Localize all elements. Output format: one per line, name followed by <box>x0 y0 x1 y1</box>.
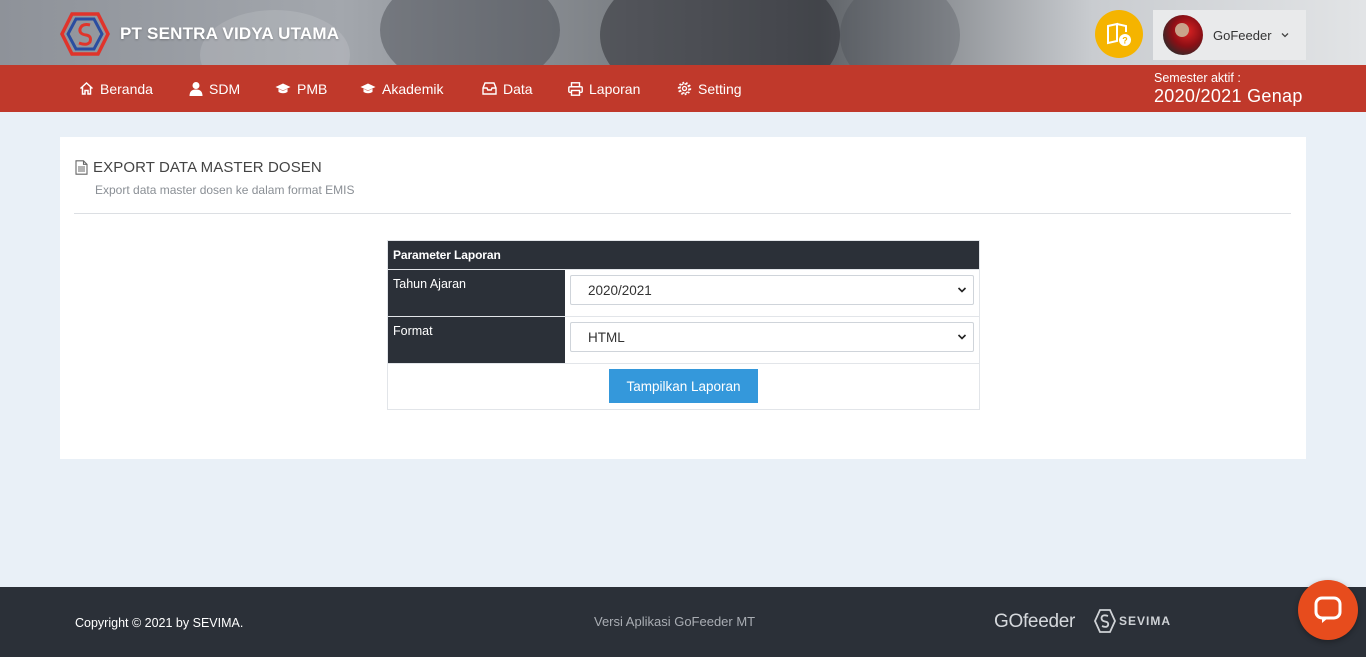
show-report-button[interactable]: Tampilkan Laporan <box>609 369 758 403</box>
chevron-down-icon <box>957 287 967 293</box>
select-value: 2020/2021 <box>588 282 652 298</box>
nav-item-laporan[interactable]: Laporan <box>568 65 640 112</box>
sevima-logo: SEVIMA <box>1094 609 1171 633</box>
semester-value: 2020/2021 Genap <box>1154 86 1303 106</box>
form-actions: Tampilkan Laporan <box>388 363 979 409</box>
nav-item-label: Beranda <box>100 80 153 97</box>
top-banner: PT SENTRA VIDYA UTAMA ? GoFeeder <box>0 0 1366 65</box>
svg-text:?: ? <box>1122 36 1128 46</box>
semester-label: Semester aktif : <box>1154 71 1241 85</box>
company-logo-icon[interactable] <box>60 12 110 56</box>
form-row-format: Format HTML <box>388 316 979 363</box>
form-header: Parameter Laporan <box>388 241 979 269</box>
nav-item-label: Akademik <box>382 80 444 97</box>
footer: Copyright © 2021 by SEVIMA. Versi Aplika… <box>0 587 1366 657</box>
nav-item-sdm[interactable]: SDM <box>189 65 240 112</box>
nav-item-akademik[interactable]: Akademik <box>360 65 443 112</box>
printer-icon <box>568 81 583 96</box>
graduation-cap-icon <box>275 83 291 94</box>
banner-background-shape <box>600 0 840 65</box>
gofeeder-logo: GOfeeder <box>994 611 1076 632</box>
nav-item-label: Data <box>503 80 533 97</box>
home-icon <box>79 81 94 95</box>
graduation-cap-icon <box>360 83 376 94</box>
inbox-icon <box>482 82 497 95</box>
page-title: EXPORT DATA MASTER DOSEN <box>75 159 322 176</box>
nav-item-pmb[interactable]: PMB <box>275 65 327 112</box>
book-help-icon: ? <box>1107 22 1131 46</box>
form-row-tahun-ajaran: Tahun Ajaran 2020/2021 <box>388 269 979 316</box>
select-value: HTML <box>588 329 625 345</box>
nav-item-setting[interactable]: Setting <box>677 65 742 112</box>
nav-item-data[interactable]: Data <box>482 65 533 112</box>
user-icon <box>189 82 203 96</box>
report-parameter-form: Parameter Laporan Tahun Ajaran 2020/2021… <box>387 240 980 410</box>
divider <box>74 213 1291 214</box>
user-menu[interactable]: GoFeeder <box>1153 10 1306 60</box>
nav-item-beranda[interactable]: Beranda <box>79 65 153 112</box>
avatar <box>1163 15 1203 55</box>
page-title-text: EXPORT DATA MASTER DOSEN <box>93 159 322 176</box>
main-navbar: Beranda SDM PMB Akademik Data Laporan Se… <box>0 65 1366 112</box>
page-subtitle: Export data master dosen ke dalam format… <box>95 183 355 197</box>
banner-background-shape <box>380 0 560 65</box>
gear-icon <box>677 81 692 96</box>
document-icon <box>75 160 88 175</box>
sevima-logo-text: SEVIMA <box>1119 614 1172 628</box>
live-chat-button[interactable] <box>1298 580 1358 640</box>
sevima-emblem-icon <box>1094 609 1116 633</box>
nav-item-label: Setting <box>698 80 742 97</box>
user-name: GoFeeder <box>1213 27 1272 43</box>
chevron-down-icon <box>957 334 967 340</box>
nav-item-label: Laporan <box>589 80 641 97</box>
company-name[interactable]: PT SENTRA VIDYA UTAMA <box>120 24 339 44</box>
help-guide-button[interactable]: ? <box>1095 10 1143 58</box>
copyright-text: Copyright © 2021 by SEVIMA. <box>75 616 244 630</box>
banner-background-shape <box>840 0 960 65</box>
content-card: EXPORT DATA MASTER DOSEN Export data mas… <box>60 137 1306 459</box>
nav-item-label: SDM <box>209 80 241 97</box>
chat-icon <box>1314 596 1342 623</box>
tahun-ajaran-select[interactable]: 2020/2021 <box>570 275 974 305</box>
chevron-down-icon <box>1281 33 1289 38</box>
nav-item-label: PMB <box>297 80 328 97</box>
active-semester: Semester aktif : 2020/2021 Genap <box>1154 71 1303 107</box>
app-version-text: Versi Aplikasi GoFeeder MT <box>594 614 756 629</box>
field-label: Format <box>388 317 565 363</box>
field-label: Tahun Ajaran <box>388 270 565 316</box>
format-select[interactable]: HTML <box>570 322 974 352</box>
